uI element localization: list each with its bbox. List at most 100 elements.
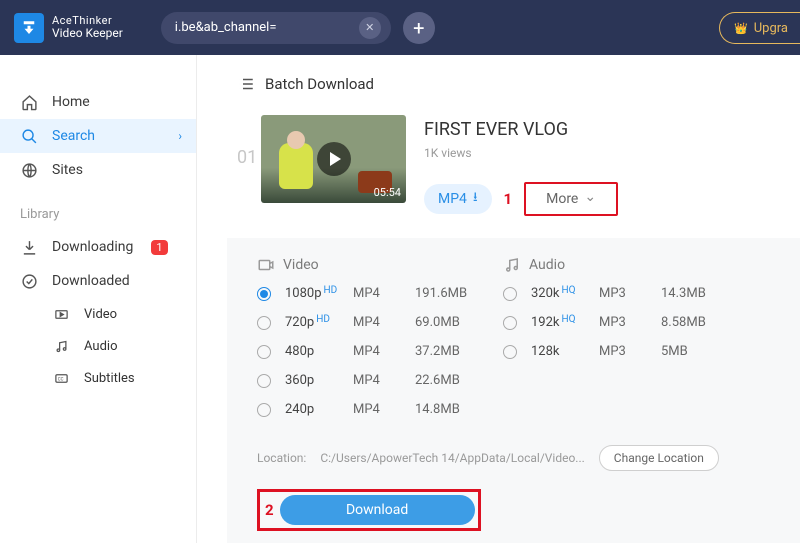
video-option[interactable]: 720pHDMP469.0MB: [257, 315, 503, 330]
size-label: 5MB: [661, 344, 688, 359]
video-option[interactable]: 1080pHDMP4191.6MB: [257, 286, 503, 301]
radio-icon[interactable]: [257, 345, 271, 359]
quality-tag: HQ: [562, 285, 576, 296]
search-icon: [20, 128, 38, 145]
quality-tag: HD: [316, 314, 330, 325]
format-label: MP3: [599, 315, 661, 330]
radio-icon[interactable]: [257, 374, 271, 388]
format-label: MP3: [599, 344, 661, 359]
format-options-panel: Video Audio 1080pHDMP4191.6MB720pHDMP469…: [227, 238, 800, 543]
sidebar-item-sites[interactable]: Sites: [0, 153, 196, 187]
sidebar-item-downloaded[interactable]: Downloaded: [0, 264, 196, 298]
svg-text:CC: CC: [57, 377, 63, 382]
size-label: 22.6MB: [415, 373, 460, 388]
chevron-right-icon: ›: [178, 129, 182, 143]
annotation-1: 1: [502, 190, 515, 208]
radio-icon[interactable]: [257, 403, 271, 417]
audio-option[interactable]: 192kHQMP38.58MB: [503, 315, 706, 330]
add-url-button[interactable]: [403, 12, 435, 44]
main-panel: Batch Download 01 05:54 FIRST EVER VLOG …: [197, 55, 800, 543]
list-icon: [237, 75, 255, 93]
download-button[interactable]: Download: [280, 495, 475, 525]
duration-label: 05:54: [374, 186, 401, 199]
sidebar-item-home[interactable]: Home: [0, 85, 196, 119]
brand-text: AceThinker Video Keeper: [52, 15, 123, 40]
quality-label: 128k: [531, 344, 599, 359]
quality-label: 192kHQ: [531, 315, 599, 330]
video-icon: [52, 307, 70, 322]
size-label: 69.0MB: [415, 315, 460, 330]
sidebar-item-downloading[interactable]: Downloading 1: [0, 230, 196, 264]
audio-column-label: Audio: [529, 257, 565, 273]
size-label: 14.3MB: [661, 286, 706, 301]
brand-line2: Video Keeper: [52, 27, 123, 40]
quality-label: 720pHD: [285, 315, 353, 330]
mp4-download-chip[interactable]: MP4: [424, 184, 492, 214]
audio-icon: [52, 339, 70, 354]
video-column-label: Video: [283, 257, 319, 273]
library-label: Library: [0, 187, 196, 230]
cc-icon: CC: [52, 371, 70, 386]
sidebar-item-label: Video: [84, 307, 117, 322]
url-input[interactable]: [175, 20, 359, 35]
video-thumbnail[interactable]: 05:54: [261, 115, 406, 203]
sites-icon: [20, 162, 38, 179]
format-label: MP4: [353, 402, 415, 417]
sidebar: Home Search › Sites Library Downloading …: [0, 55, 197, 543]
format-label: MP3: [599, 286, 661, 301]
upgrade-button[interactable]: Upgra: [719, 12, 800, 44]
location-label: Location:: [257, 451, 306, 465]
radio-icon[interactable]: [257, 316, 271, 330]
video-option[interactable]: 480pMP437.2MB: [257, 344, 503, 359]
radio-icon[interactable]: [503, 287, 517, 301]
audio-column-icon: [503, 256, 521, 274]
change-location-button[interactable]: Change Location: [599, 445, 719, 471]
video-title: FIRST EVER VLOG: [424, 119, 618, 140]
location-path: C:/Users/ApowerTech 14/AppData/Local/Vid…: [320, 451, 584, 465]
sidebar-item-label: Home: [52, 94, 90, 110]
quality-label: 480p: [285, 344, 353, 359]
result-index: 01: [237, 147, 261, 168]
search-result: 01 05:54 FIRST EVER VLOG 1K views MP4 1 …: [197, 115, 800, 234]
radio-icon[interactable]: [503, 316, 517, 330]
app-header: AceThinker Video Keeper Upgra: [0, 0, 800, 55]
format-label: MP4: [353, 315, 415, 330]
url-input-wrap: [161, 12, 391, 44]
batch-download-button[interactable]: Batch Download: [197, 55, 800, 115]
audio-option[interactable]: 320kHQMP314.3MB: [503, 286, 706, 301]
video-column-icon: [257, 256, 275, 274]
sidebar-sub-audio[interactable]: Audio: [0, 330, 196, 362]
quality-label: 240p: [285, 402, 353, 417]
sidebar-item-label: Subtitles: [84, 371, 135, 386]
sidebar-item-label: Audio: [84, 339, 117, 354]
downloading-count-badge: 1: [151, 240, 167, 255]
quality-label: 1080pHD: [285, 286, 353, 301]
size-label: 14.8MB: [415, 402, 460, 417]
annotation-2: Download: [257, 489, 481, 531]
check-circle-icon: [20, 273, 38, 290]
app-logo-icon: [14, 13, 44, 43]
quality-tag: HD: [324, 285, 338, 296]
video-option[interactable]: 240pMP414.8MB: [257, 402, 503, 417]
radio-icon[interactable]: [503, 345, 517, 359]
sidebar-sub-video[interactable]: Video: [0, 298, 196, 330]
format-label: MP4: [353, 344, 415, 359]
video-option[interactable]: 360pMP422.6MB: [257, 373, 503, 388]
sidebar-item-search[interactable]: Search ›: [0, 119, 196, 153]
sidebar-sub-subtitles[interactable]: CC Subtitles: [0, 362, 196, 394]
quality-label: 320kHQ: [531, 286, 599, 301]
clear-url-icon[interactable]: [359, 17, 381, 39]
audio-option[interactable]: 128kMP35MB: [503, 344, 706, 359]
radio-icon[interactable]: [257, 287, 271, 301]
play-icon: [317, 142, 351, 176]
more-options-button[interactable]: More: [524, 182, 618, 216]
home-icon: [20, 94, 38, 111]
size-label: 37.2MB: [415, 344, 460, 359]
sidebar-item-label: Sites: [52, 162, 83, 178]
sidebar-item-label: Search: [52, 128, 95, 144]
size-label: 8.58MB: [661, 315, 706, 330]
sidebar-item-label: Downloaded: [52, 273, 130, 289]
size-label: 191.6MB: [415, 286, 467, 301]
download-icon: [20, 239, 38, 256]
video-views: 1K views: [424, 146, 618, 160]
